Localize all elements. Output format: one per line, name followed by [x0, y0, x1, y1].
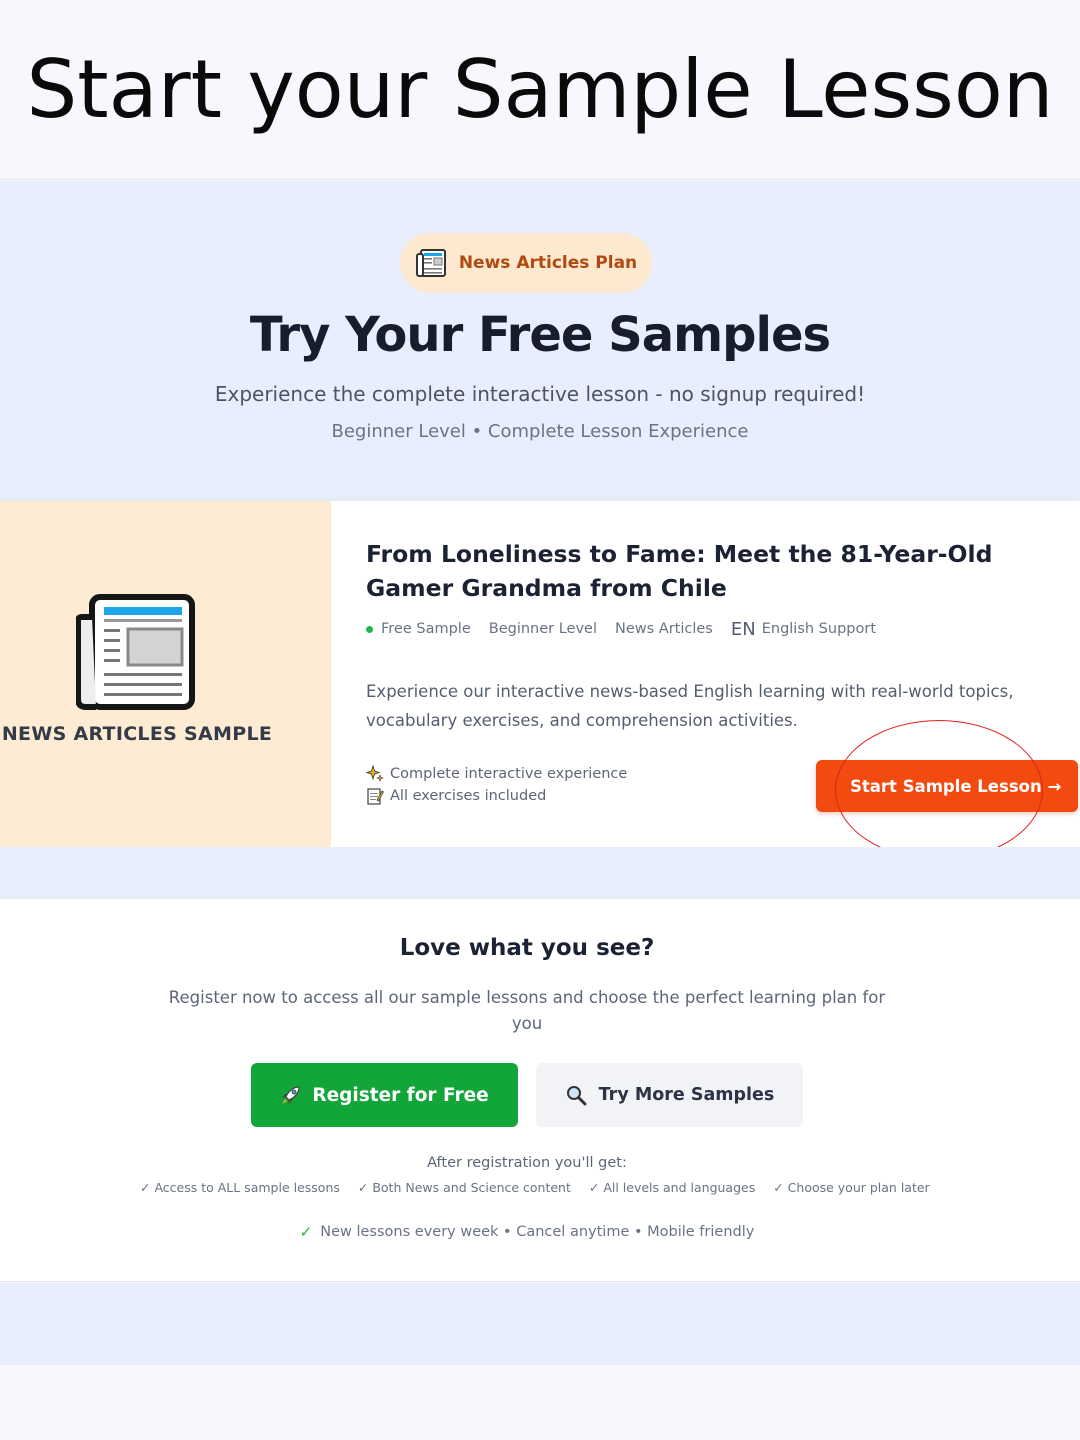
newspaper-icon [415, 249, 446, 277]
rocket-icon [282, 1086, 300, 1104]
feature-item: All exercises included [366, 787, 546, 805]
sparkles-icon [366, 765, 384, 782]
plan-label: News Articles Plan [458, 253, 638, 273]
sample-lesson-card: NEWS ARTICLES SAMPLE From Loneliness to … [0, 500, 1080, 848]
search-icon [566, 1086, 587, 1106]
feature-item: Complete interactive experience [366, 765, 627, 783]
lesson-description: Experience our interactive news-based En… [366, 682, 1014, 730]
hero-subtitle: Experience the complete interactive less… [214, 382, 866, 406]
benefit-item: ✓ Both News and Science content [357, 1180, 571, 1195]
section-spacer [0, 847, 1080, 899]
memo-icon [367, 788, 384, 805]
register-cta-section: Love what you see? Register now to acces… [0, 899, 1080, 1282]
tag-language: EN English Support [731, 619, 876, 640]
tag-level: Beginner Level [488, 621, 597, 637]
feature-label: Complete interactive experience [390, 766, 628, 782]
try-more-samples-button[interactable]: Try More Samples [536, 1063, 803, 1127]
tag-category: News Articles [615, 621, 713, 637]
benefit-item: ✓ Choose your plan later [773, 1180, 930, 1195]
thumbnail-label: NEWS ARTICLES SAMPLE [1, 723, 273, 745]
cta-title: Love what you see? [399, 935, 655, 961]
register-button[interactable]: Register for Free [251, 1063, 518, 1127]
footer-line: ✓ New lessons every week • Cancel anytim… [0, 1223, 1054, 1241]
benefits-list: ✓ Access to ALL sample lessons ✓ Both Ne… [140, 1180, 940, 1195]
hero-title: Try Your Free Samples [249, 307, 831, 363]
banner-title: Start your Sample Lesson [26, 43, 1054, 136]
check-icon: ✓ [299, 1223, 313, 1241]
page-bottom [0, 1365, 1080, 1440]
footer-text: New lessons every week • Cancel anytime … [320, 1224, 755, 1240]
hero-meta: Beginner Level • Complete Lesson Experie… [331, 421, 749, 442]
card-thumbnail: NEWS ARTICLES SAMPLE [0, 501, 331, 848]
plan-badge: News Articles Plan [400, 233, 652, 293]
benefit-item: ✓ Access to ALL sample lessons [140, 1180, 340, 1195]
language-code: EN [730, 618, 756, 640]
lesson-tags: Free Sample Beginner Level News Articles… [366, 619, 876, 640]
banner: Start your Sample Lesson [0, 0, 1080, 180]
hero-section: News Articles Plan Try Your Free Samples… [0, 181, 1080, 500]
register-button-label: Register for Free [312, 1084, 489, 1106]
benefit-item: ✓ All levels and languages [588, 1180, 756, 1195]
status-dot-icon [366, 625, 373, 633]
tag-free-label: Free Sample [381, 621, 471, 637]
bottom-band [0, 1283, 1080, 1365]
newspaper-icon [76, 594, 195, 710]
lesson-title: From Loneliness to Fame: Meet the 81-Yea… [366, 540, 993, 602]
start-sample-lesson-button[interactable]: Start Sample Lesson → [816, 760, 1078, 812]
cta-text: Register now to access all our sample le… [168, 988, 886, 1033]
feature-label: All exercises included [390, 788, 547, 804]
after-registration-label: After registration you'll get: [427, 1155, 627, 1171]
language-support-label: English Support [761, 621, 877, 637]
tag-free-sample: Free Sample [366, 621, 471, 637]
try-more-samples-label: Try More Samples [598, 1085, 775, 1105]
